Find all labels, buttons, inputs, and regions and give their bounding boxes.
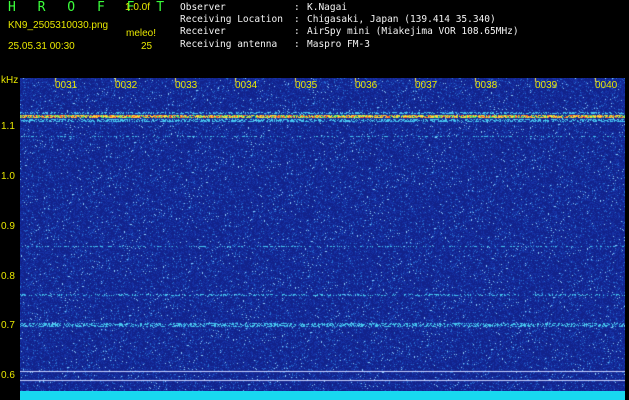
x-tick-label: 0037 xyxy=(415,80,438,91)
y-tick-label: 1.0 xyxy=(1,171,15,182)
y-tick-label: 0.7 xyxy=(1,320,15,331)
y-axis-unit: kHz xyxy=(1,75,19,86)
info-row-observer: Observer: K.Nagai xyxy=(180,2,348,13)
filename-label: KN9_2505310030.png xyxy=(8,20,109,31)
x-tick-label: 0040 xyxy=(595,80,618,91)
info-row-location: Receiving Location: Chigasaki, Japan (139… xyxy=(180,14,496,26)
x-tick-label: 0032 xyxy=(115,80,138,91)
x-tick-label: 0031 xyxy=(55,80,78,91)
y-tick-label: 0.8 xyxy=(1,271,15,282)
x-tick-label: 0035 xyxy=(295,80,318,91)
count-label: 25 xyxy=(141,41,153,52)
x-tick-label: 0033 xyxy=(175,80,198,91)
x-tick-label: 0039 xyxy=(535,80,558,91)
x-tick-label: 0036 xyxy=(355,80,378,91)
x-tick-label: 0038 xyxy=(475,80,498,91)
datetime-label: 25.05.31 00:30 xyxy=(8,41,75,52)
info-row-receiver: Receiver: AirSpy mini (Miakejima VOR 108.… xyxy=(180,26,519,38)
spectrogram-waterfall xyxy=(20,78,625,396)
y-tick-label: 0.6 xyxy=(1,370,15,381)
y-tick-label: 1.1 xyxy=(1,121,15,132)
header-panel: H R O F F T 1.0.0f KN9_2505310030.png me… xyxy=(0,0,629,76)
version-label: 1.0.0f xyxy=(125,2,151,13)
meleor-label: meleo! xyxy=(126,28,157,39)
y-tick-label: 0.9 xyxy=(1,221,15,232)
x-tick-label: 0034 xyxy=(235,80,258,91)
station-info: Observer: K.Nagai Receiving Location: Chig… xyxy=(180,2,519,51)
baseline-bar xyxy=(20,391,625,400)
info-row-antenna: Receiving antenna: Maspro FM-3 xyxy=(180,38,370,50)
